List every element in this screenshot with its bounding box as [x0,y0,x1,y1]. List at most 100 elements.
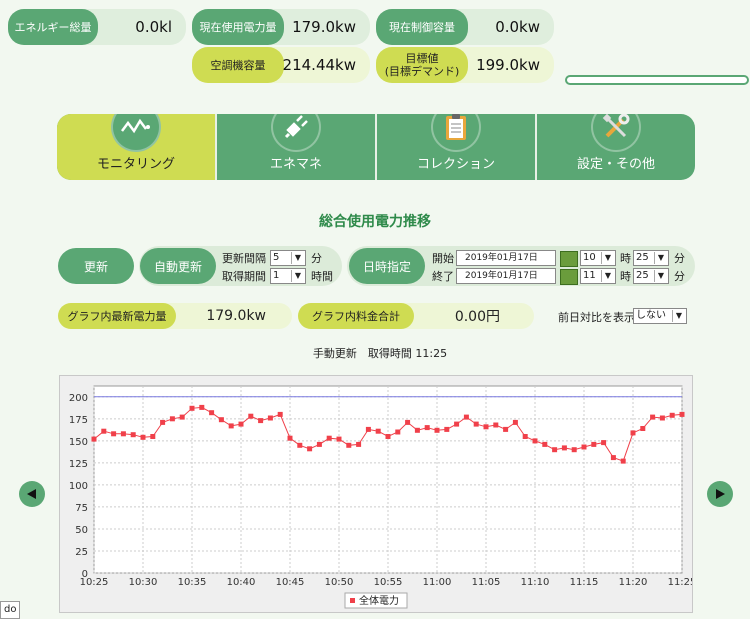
data-point [444,426,450,432]
data-point [91,436,97,442]
data-point [669,412,675,418]
data-point [561,445,567,451]
end-label: 終了 [432,270,454,283]
data-point [424,425,430,431]
data-point [140,434,146,440]
chevron-down-icon: ▼ [291,270,304,282]
start-min-value: 25 [636,252,649,263]
x-tick-label: 10:55 [374,577,403,588]
tab-monitoring[interactable]: モニタリング [57,114,215,180]
chevron-down-icon: ▼ [601,252,614,264]
data-point [209,410,215,416]
clipboard-icon [431,114,481,152]
auto-refresh-button[interactable]: 自動更新 [140,248,216,284]
tab-collection-label: コレクション [416,157,495,172]
tools-icon [591,114,641,152]
y-tick-label: 75 [75,503,88,514]
prev-arrow-button[interactable] [19,481,45,507]
compare-label: 前日対比を表示 [558,311,635,324]
y-tick-label: 150 [69,437,88,448]
data-point [356,441,362,447]
tab-enemane-label: エネマネ [269,157,322,172]
tab-settings-label: 設定・その他 [576,157,655,172]
chart-panel: 0 25 50 75 100 125 150 175 200 10:25 10:30 10:35 10:… [59,375,696,613]
end-min-value: 25 [636,270,649,281]
current-control-value: 0.0kw [495,18,540,36]
data-point [483,424,489,430]
calendar-icon[interactable] [560,251,578,267]
data-point [620,458,626,464]
data-point [414,427,420,433]
refresh-button[interactable]: 更新 [58,248,134,284]
end-hour-select[interactable]: 11 ▼ [580,268,616,284]
chevron-down-icon: ▼ [654,270,667,282]
tab-monitoring-label: モニタリング [96,157,175,172]
end-min-select[interactable]: 25 ▼ [633,268,669,284]
tab-settings[interactable]: 設定・その他 [535,114,695,180]
start-min-select[interactable]: 25 ▼ [633,250,669,266]
compare-select[interactable]: しない ▼ [633,308,687,324]
data-point [346,442,352,448]
current-power-pill: 現在使用電力量 179.0kw [192,9,370,45]
min-unit: 分 [674,252,685,265]
data-point [228,423,234,429]
data-point [581,444,587,450]
data-point [405,419,411,425]
update-interval-select[interactable]: 5 ▼ [270,250,306,266]
y-tick-label: 100 [69,481,88,492]
data-point [150,434,156,439]
data-point [248,413,254,419]
tab-collection[interactable]: コレクション [375,114,535,180]
fetch-period-select[interactable]: 1 ▼ [270,268,306,284]
current-control-label: 現在制御容量 [376,9,468,45]
data-point [650,414,656,420]
data-point [512,419,518,425]
energy-total-label: エネルギー総量 [8,9,98,45]
data-point [365,426,371,432]
hour-unit: 時 [620,252,631,265]
end-hour-value: 11 [583,270,596,281]
calendar-icon[interactable] [560,269,578,285]
data-point [160,419,166,425]
target-label-line1: 目標値 [405,52,439,65]
data-point [267,415,273,421]
target-value: 199.0kw [476,56,540,74]
data-point [130,432,136,438]
status-bar: do [0,601,21,619]
fetch-period-unit: 時間 [311,270,333,283]
fee-total-label: グラフ内料金合計 [298,303,414,329]
arrow-right-icon [716,489,725,499]
data-point [601,440,607,446]
y-tick-label: 200 [69,393,88,404]
datetime-spec-button[interactable]: 日時指定 [349,248,425,284]
data-point [434,427,440,433]
update-interval-value: 5 [273,252,280,263]
y-tick-label: 175 [69,415,88,426]
start-hour-select[interactable]: 10 ▼ [580,250,616,266]
x-tick-label: 11:20 [619,577,648,588]
ac-capacity-pill: 空調機容量 214.44kw [192,47,370,83]
ac-capacity-label: 空調機容量 [192,47,284,83]
data-point [189,405,195,411]
x-tick-label: 10:25 [80,577,109,588]
x-tick-label: 11:15 [570,577,599,588]
chevron-down-icon: ▼ [654,252,667,264]
next-arrow-button[interactable] [707,481,733,507]
current-control-pill: 現在制御容量 0.0kw [376,9,554,45]
chevron-down-icon: ▼ [291,252,304,264]
data-point [385,434,391,439]
tab-enemane[interactable]: エネマネ [215,114,375,180]
data-point [493,422,499,428]
update-interval-unit: 分 [311,252,322,265]
x-tick-label: 11:10 [521,577,550,588]
demand-progress-bar [565,75,749,85]
hour-unit: 時 [620,270,631,283]
plug-icon [271,114,321,152]
data-point [111,431,117,437]
end-date-input[interactable]: 2019年01月17日 [456,268,556,284]
main-nav: モニタリング エネマネ コレクション 設定・その他 [57,114,695,180]
data-point [532,438,538,444]
fetch-status: 手動更新 取得時間 11:25 [312,347,448,360]
data-point [297,442,303,448]
start-date-input[interactable]: 2019年01月17日 [456,250,556,266]
